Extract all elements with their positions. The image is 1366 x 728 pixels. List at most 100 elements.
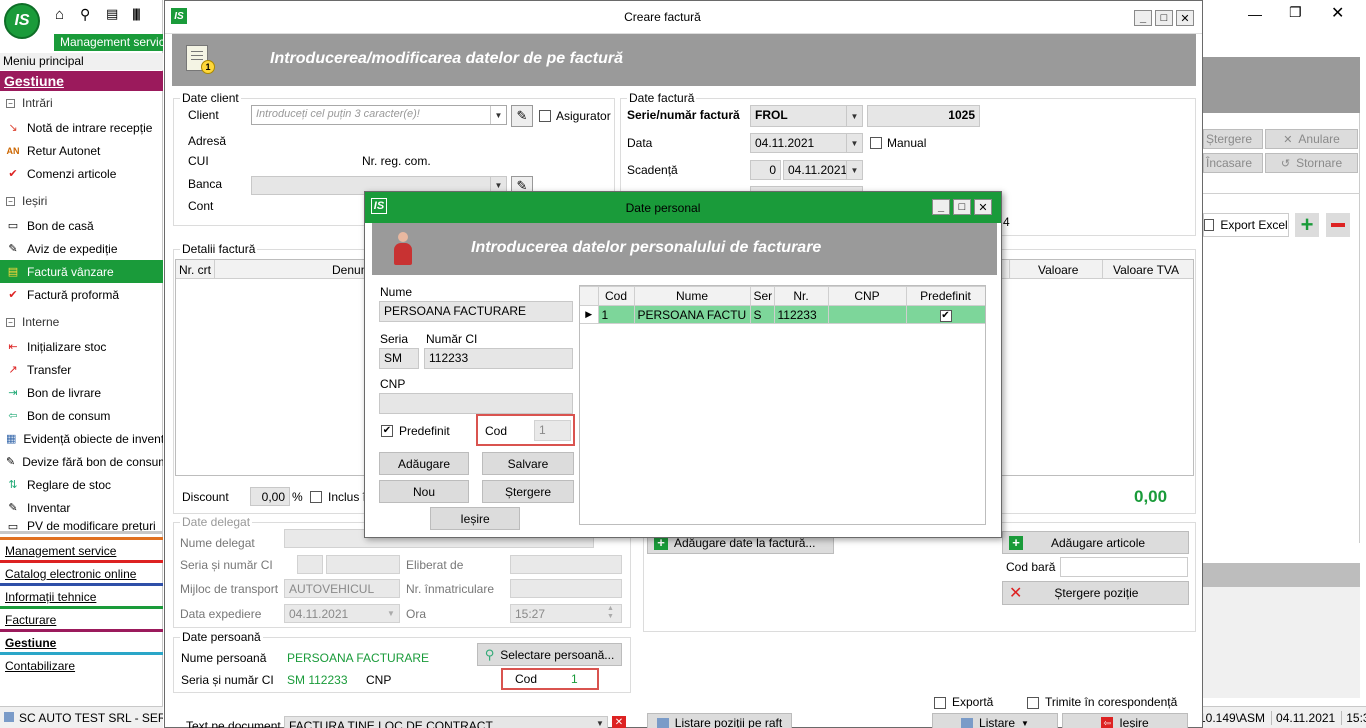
barcode-toolbar-icon[interactable]: |||||	[132, 6, 148, 22]
mijloc-transport-field[interactable]: AUTOVEHICUL	[284, 579, 400, 598]
inclus-checkbox[interactable]	[310, 491, 322, 503]
dialog-predefinit-checkbox[interactable]: ✔	[381, 425, 393, 437]
selectare-persoana-button[interactable]: ⚲ Selectare persoană...	[477, 643, 622, 666]
exporta-checkbox[interactable]	[934, 697, 946, 709]
sidebar-item-reglare-stoc[interactable]: ⇅ Reglare de stoc	[0, 473, 163, 496]
sidebar-item-retur-autonet[interactable]: AN Retur Autonet	[0, 139, 163, 162]
data-expediere-dropdown[interactable]: ▼	[383, 605, 399, 622]
grid-col-cnp[interactable]: CNP	[827, 286, 907, 306]
category-iesiri[interactable]: − Ieșiri	[0, 191, 163, 211]
dialog-maximize-button[interactable]: □	[953, 199, 971, 215]
sidebar-item-factura-proforma[interactable]: ✔ Factură proformă	[0, 283, 163, 306]
bg-incasare-button[interactable]: Încasare	[1203, 153, 1263, 173]
category-interne[interactable]: − Interne	[0, 312, 163, 332]
dialog-stergere-button[interactable]: Ștergere	[482, 480, 574, 503]
listare-button[interactable]: Listare ▼	[932, 713, 1058, 728]
dialog-adaugare-button[interactable]: Adăugare	[379, 452, 469, 475]
invoice-maximize-button[interactable]: □	[1155, 10, 1173, 26]
bg-stergere-button[interactable]: Ștergere	[1203, 129, 1263, 149]
client-dropdown-button[interactable]: ▼	[490, 106, 506, 124]
dialog-numar-ci-field[interactable]: 112233	[424, 348, 573, 369]
client-input[interactable]: Introduceți cel puțin 3 caracter(e)!	[251, 105, 507, 125]
col-valoare-tva[interactable]: Valoare TVA	[1113, 263, 1179, 277]
text-document-clear-icon[interactable]: ✕	[612, 716, 626, 728]
numar-ci-delegat-field[interactable]	[326, 555, 400, 574]
dialog-close-button[interactable]: ✕	[974, 199, 992, 215]
ora-field[interactable]: 15:27	[510, 604, 622, 623]
grid-col-ser[interactable]: Ser	[749, 286, 775, 306]
dialog-seria-field[interactable]: SM	[379, 348, 419, 369]
sidebar-item-bon-livrare[interactable]: ⇥ Bon de livrare	[0, 381, 163, 404]
dialog-cnp-field[interactable]	[379, 393, 573, 414]
close-icon[interactable]: ✕	[1331, 3, 1344, 23]
module-catalog-online[interactable]: Catalog electronic online	[0, 562, 163, 585]
invoice-close-button[interactable]: ✕	[1176, 10, 1194, 26]
table-row[interactable]: ▶ 1 PERSOANA FACTU S 112233 ✔	[580, 305, 985, 324]
dialog-personal-grid[interactable]: Cod Nume Ser Nr. CNP Predefinit ▶ 1 PERS…	[579, 285, 986, 525]
listare-pozitii-raft-button[interactable]: Listare poziții pe raft	[647, 713, 792, 728]
sidebar-item-factura-vanzare[interactable]: ▤ Factură vânzare	[0, 260, 163, 283]
sidebar-item-inventar[interactable]: ✎ Inventar	[0, 496, 163, 519]
module-informatii-tehnice[interactable]: Informații tehnice	[0, 585, 163, 608]
cod-bara-input[interactable]	[1060, 557, 1188, 577]
numar-factura-field[interactable]: 1025	[867, 105, 980, 127]
cell-predefinit[interactable]: ✔	[905, 305, 985, 324]
sidebar-item-evidenta-obiecte[interactable]: ▦ Evidență obiecte de inventar	[0, 427, 163, 450]
search-toolbar-icon[interactable]: ⚲	[80, 6, 96, 22]
list-toolbar-icon[interactable]: ▤	[106, 6, 122, 22]
stergere-pozitie-button[interactable]: ✕ Ștergere poziție	[1002, 581, 1189, 605]
sidebar-item-nota-intrare[interactable]: ↘ Notă de intrare recepție	[0, 116, 163, 139]
sidebar-item-initializare-stoc[interactable]: ⇤ Inițializare stoc	[0, 335, 163, 358]
eliberat-field[interactable]	[510, 555, 622, 574]
client-edit-icon[interactable]: ✎	[511, 105, 533, 127]
home-icon[interactable]: ⌂	[55, 6, 71, 23]
section-header-gestiune[interactable]: Gestiune	[0, 71, 163, 91]
nr-inmatriculare-field[interactable]	[510, 579, 622, 598]
sidebar-item-aviz-expeditie[interactable]: ✎ Aviz de expediție	[0, 237, 163, 260]
dialog-salvare-button[interactable]: Salvare	[482, 452, 574, 475]
module-management-service[interactable]: Management service	[0, 539, 163, 562]
dialog-cod-field[interactable]: 1	[534, 420, 571, 441]
grid-col-cod[interactable]: Cod	[597, 286, 635, 306]
sidebar-item-bon-casa[interactable]: ▭ Bon de casă	[0, 214, 163, 237]
sidebar-item-transfer[interactable]: ↗ Transfer	[0, 358, 163, 381]
manual-checkbox[interactable]	[870, 137, 882, 149]
remove-red-icon[interactable]	[1326, 213, 1350, 237]
dialog-minimize-button[interactable]: _	[932, 199, 950, 215]
adaugare-articole-button[interactable]: + Adăugare articole	[1002, 531, 1189, 554]
serie-dropdown-button[interactable]: ▼	[846, 106, 862, 126]
discount-field[interactable]: 0,00	[250, 487, 290, 506]
sidebar-item-devize[interactable]: ✎ Devize fără bon de consum	[0, 450, 163, 473]
invoice-minimize-button[interactable]: _	[1134, 10, 1152, 26]
category-intrari[interactable]: − Intrări	[0, 93, 163, 113]
sidebar-item-bon-consum[interactable]: ⇦ Bon de consum	[0, 404, 163, 427]
seria-delegat-field[interactable]	[297, 555, 323, 574]
asigurator-checkbox[interactable]	[539, 110, 551, 122]
col-nr-crt[interactable]: Nr. crt	[179, 263, 211, 277]
text-document-dropdown[interactable]: ▼	[592, 717, 608, 728]
scadenta-dropdown-button[interactable]: ▼	[846, 161, 862, 179]
ora-spinner-icon[interactable]: ▲ ▼	[607, 605, 614, 621]
trimite-checkbox[interactable]	[1027, 697, 1039, 709]
grid-col-predefinit[interactable]: Predefinit	[905, 286, 985, 306]
scadenta-zile-field[interactable]: 0	[750, 160, 781, 180]
sidebar-item-pv-preturi[interactable]: ▭ PV de modificare prețuri	[0, 519, 163, 531]
grid-col-nr[interactable]: Nr.	[773, 286, 829, 306]
add-green-icon[interactable]: +	[1295, 212, 1319, 237]
module-contabilizare[interactable]: Contabilizare	[0, 654, 163, 677]
iesire-button[interactable]: ⇦ Ieșire	[1062, 713, 1188, 728]
export-excel-button[interactable]: Export Excel	[1203, 213, 1289, 237]
sidebar-item-comenzi-articole[interactable]: ✔ Comenzi articole	[0, 162, 163, 185]
bg-anulare-button[interactable]: ✕ Anulare	[1265, 129, 1358, 149]
dialog-iesire-button[interactable]: Ieșire	[430, 507, 520, 530]
data-dropdown-button[interactable]: ▼	[846, 134, 862, 152]
predefinit-cell-checkbox[interactable]: ✔	[939, 310, 952, 322]
module-facturare[interactable]: Facturare	[0, 608, 163, 631]
text-document-select[interactable]: FACTURA TINE LOC DE CONTRACT	[284, 716, 608, 728]
dialog-nou-button[interactable]: Nou	[379, 480, 469, 503]
minimize-icon[interactable]: —	[1248, 6, 1262, 22]
bg-stornare-button[interactable]: ↺ Stornare	[1265, 153, 1358, 173]
restore-icon[interactable]: ❐	[1289, 4, 1302, 21]
grid-col-nume[interactable]: Nume	[633, 286, 751, 306]
col-valoare[interactable]: Valoare	[1038, 263, 1078, 277]
